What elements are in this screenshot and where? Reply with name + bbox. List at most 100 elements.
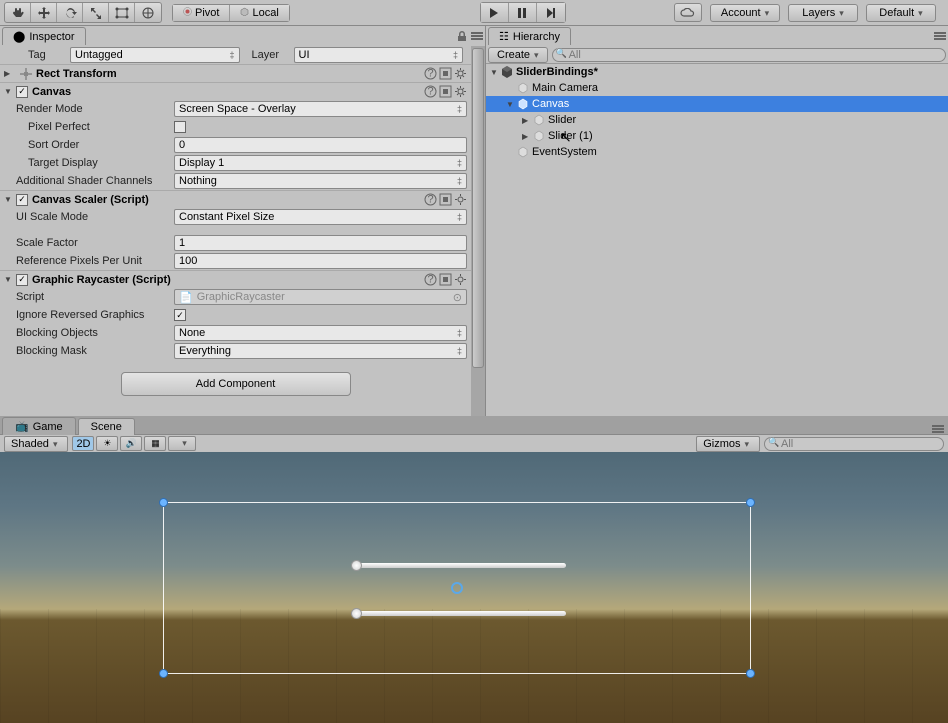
target-display-value: Display 1 [179, 157, 224, 169]
account-dropdown[interactable]: Account [710, 4, 780, 22]
foldout-icon[interactable] [522, 116, 532, 125]
transform-tool[interactable] [135, 3, 161, 22]
foldout-icon[interactable]: ▼ [4, 195, 14, 205]
panel-menu-icon[interactable] [471, 31, 483, 41]
hierarchy-item[interactable]: Slider [486, 112, 948, 128]
tag-dropdown[interactable]: Untagged [70, 47, 240, 63]
resize-handle-tl[interactable] [159, 498, 168, 507]
canvas-scaler-enable-checkbox[interactable]: ✓ [16, 194, 28, 206]
resize-handle-tr[interactable] [746, 498, 755, 507]
ui-scale-mode-dropdown[interactable]: Constant Pixel Size [174, 209, 467, 225]
gear-icon[interactable] [454, 67, 467, 80]
scene-viewport[interactable] [0, 452, 948, 723]
blocking-objects-dropdown[interactable]: None [174, 325, 467, 341]
ignore-reversed-checkbox[interactable]: ✓ [174, 309, 186, 321]
help-icon[interactable]: ? [424, 85, 437, 98]
graphic-raycaster-header[interactable]: ▼ ✓ Graphic Raycaster (Script) ? [0, 270, 471, 288]
foldout-icon[interactable] [522, 132, 532, 141]
panel-menu-icon[interactable] [932, 424, 944, 434]
canvas-enable-checkbox[interactable]: ✓ [16, 86, 28, 98]
scale-tool[interactable] [83, 3, 109, 22]
fx-toggle[interactable]: ▦ [144, 436, 166, 451]
layer-dropdown[interactable]: UI [294, 47, 464, 63]
layout-label: Default [879, 7, 914, 19]
preset-icon[interactable] [439, 273, 452, 286]
render-mode-dropdown[interactable]: Screen Space - Overlay [174, 101, 467, 117]
hierarchy-item[interactable]: Canvas [486, 96, 948, 112]
gizmos-dropdown[interactable]: Gizmos [696, 436, 760, 452]
2d-toggle[interactable]: 2D [72, 436, 94, 451]
preset-icon[interactable] [439, 67, 452, 80]
lock-icon[interactable] [457, 31, 467, 42]
cloud-button[interactable] [674, 3, 702, 22]
blocking-mask-dropdown[interactable]: Everything [174, 343, 467, 359]
foldout-icon[interactable]: ▼ [4, 87, 14, 97]
create-dropdown[interactable]: Create [488, 47, 548, 63]
pixel-perfect-checkbox[interactable] [174, 121, 186, 133]
shaded-dropdown[interactable]: Shaded [4, 436, 68, 452]
rect-transform-header[interactable]: ▶ Rect Transform ? [0, 64, 471, 82]
ref-pixels-label: Reference Pixels Per Unit [4, 255, 174, 267]
help-icon[interactable]: ? [424, 67, 437, 80]
slider-handle-1[interactable] [351, 560, 362, 571]
layers-dropdown[interactable]: Layers [788, 4, 858, 22]
hierarchy-item[interactable]: Main Camera [486, 80, 948, 96]
graphic-raycaster-enable-checkbox[interactable]: ✓ [16, 274, 28, 286]
slider-track-2[interactable] [356, 611, 566, 616]
scene-tab[interactable]: Scene [78, 418, 135, 435]
inspector-tab[interactable]: ⬤ Inspector [2, 27, 86, 45]
sort-order-input[interactable]: 0 [174, 137, 467, 153]
resize-handle-br[interactable] [746, 669, 755, 678]
ref-pixels-input[interactable]: 100 [174, 253, 467, 269]
canvas-header[interactable]: ▼ ✓ Canvas ? [0, 82, 471, 100]
hierarchy-tab-bar: ☷ Hierarchy [486, 26, 948, 46]
gizmo-visibility[interactable] [168, 436, 196, 451]
local-toggle[interactable]: Local [230, 5, 288, 21]
help-icon[interactable]: ? [424, 273, 437, 286]
hand-tool[interactable] [5, 3, 31, 22]
foldout-icon[interactable] [506, 100, 516, 109]
panel-menu-icon[interactable] [934, 31, 946, 41]
layout-dropdown[interactable]: Default [866, 4, 936, 22]
main-toolbar: Pivot Local Account Layers Default [0, 0, 948, 26]
scrollbar-thumb[interactable] [472, 48, 484, 368]
hierarchy-item[interactable]: Slider (1) [486, 128, 948, 144]
add-component-button[interactable]: Add Component [121, 372, 351, 396]
hierarchy-tab[interactable]: ☷ Hierarchy [488, 27, 571, 45]
step-button[interactable] [537, 3, 565, 22]
foldout-icon[interactable]: ▶ [4, 69, 14, 79]
inspector-scrollbar[interactable] [471, 46, 485, 416]
slider-track-1[interactable] [356, 563, 566, 568]
pause-button[interactable] [509, 3, 537, 22]
preset-icon[interactable] [439, 193, 452, 206]
canvas-scaler-title: Canvas Scaler (Script) [32, 194, 424, 206]
gear-icon[interactable] [454, 85, 467, 98]
scale-factor-input[interactable]: 1 [174, 235, 467, 251]
hierarchy-item[interactable]: EventSystem [486, 144, 948, 160]
canvas-scaler-header[interactable]: ▼ ✓ Canvas Scaler (Script) ? [0, 190, 471, 208]
gear-icon[interactable] [454, 273, 467, 286]
rect-tool[interactable] [109, 3, 135, 22]
preset-icon[interactable] [439, 85, 452, 98]
lighting-toggle[interactable]: ☀ [96, 436, 118, 451]
scene-row[interactable]: SliderBindings* [486, 64, 948, 80]
additional-channels-dropdown[interactable]: Nothing [174, 173, 467, 189]
target-display-dropdown[interactable]: Display 1 [174, 155, 467, 171]
resize-handle-bl[interactable] [159, 669, 168, 678]
slider-handle-2[interactable] [351, 608, 362, 619]
scene-search[interactable]: All [764, 437, 944, 451]
gear-icon[interactable] [454, 193, 467, 206]
game-tab[interactable]: 📺Game [2, 417, 76, 435]
play-button[interactable] [481, 3, 509, 22]
rect-transform-title: Rect Transform [36, 68, 424, 80]
local-label: Local [252, 7, 278, 19]
move-tool[interactable] [31, 3, 57, 22]
rotate-tool[interactable] [57, 3, 83, 22]
canvas-selection-rect[interactable] [163, 502, 751, 674]
pivot-toggle[interactable]: Pivot [173, 5, 230, 21]
foldout-icon[interactable] [490, 68, 500, 77]
hierarchy-search[interactable]: All [552, 48, 946, 62]
foldout-icon[interactable]: ▼ [4, 275, 14, 285]
audio-toggle[interactable]: 🔊 [120, 436, 142, 451]
help-icon[interactable]: ? [424, 193, 437, 206]
